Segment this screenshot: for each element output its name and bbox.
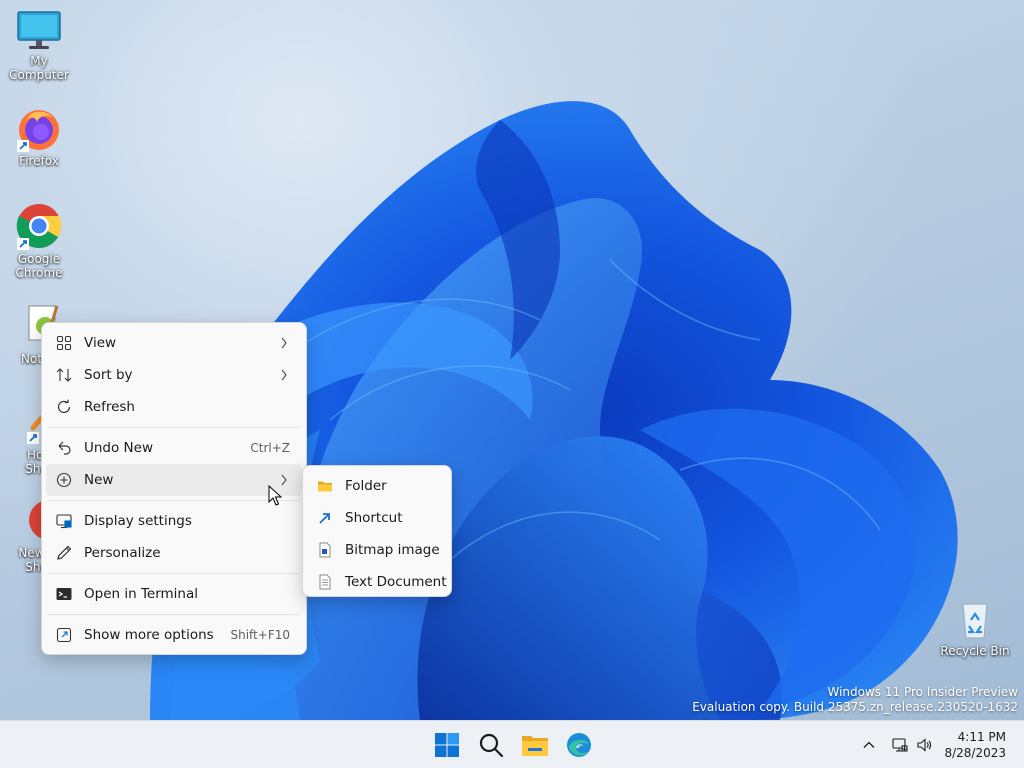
- pen-icon: [57, 545, 72, 560]
- desktop-icon-label: Google Chrome: [15, 252, 63, 280]
- undo-icon: [58, 441, 71, 455]
- chrome-icon: [16, 204, 62, 250]
- text-document-icon: [319, 574, 331, 590]
- terminal-icon: [56, 588, 72, 600]
- menu-separator: [48, 427, 300, 428]
- menu-item-label: Sort by: [84, 367, 133, 383]
- desktop-icon-google-chrome[interactable]: Google Chrome: [0, 202, 78, 280]
- desktop-icon-label: Recycle Bin: [940, 644, 1010, 658]
- desktop-icon-firefox[interactable]: Firefox: [0, 104, 78, 168]
- desktop-icon-label: Firefox: [19, 154, 59, 168]
- desktop-icon-label: My Computer: [9, 54, 69, 82]
- submenu-item-text-document[interactable]: Text Document: [307, 566, 447, 598]
- menu-item-display-settings[interactable]: Display settings: [46, 505, 302, 537]
- clock-time: 4:11 PM: [957, 730, 1006, 744]
- menu-separator: [48, 500, 300, 501]
- menu-item-refresh[interactable]: Refresh: [46, 391, 302, 423]
- file-explorer-icon[interactable]: [520, 730, 550, 760]
- menu-item-sort-by[interactable]: Sort by: [46, 359, 302, 391]
- desktop-icon-recycle-bin[interactable]: Recycle Bin: [936, 598, 1014, 658]
- menu-item-label: Display settings: [84, 513, 192, 529]
- menu-item-personalize[interactable]: Personalize: [46, 537, 302, 569]
- expand-icon: [56, 627, 72, 643]
- new-submenu: Folder Shortcut Bitmap image Text Docume…: [302, 465, 452, 597]
- refresh-icon: [57, 399, 71, 413]
- display-icon: [56, 514, 72, 529]
- menu-item-label: New: [84, 472, 114, 488]
- menu-item-label: Refresh: [84, 399, 135, 415]
- network-icon[interactable]: [892, 737, 908, 753]
- menu-shortcut: Shift+F10: [230, 628, 290, 642]
- search-icon[interactable]: [476, 730, 506, 760]
- start-icon[interactable]: [432, 730, 462, 760]
- menu-separator: [48, 614, 300, 615]
- menu-item-new[interactable]: New: [46, 464, 302, 496]
- submenu-item-label: Folder: [345, 478, 387, 494]
- clock[interactable]: 4:11 PM 8/28/2023: [944, 729, 1006, 761]
- watermark-line-1: Windows 11 Pro Insider Preview: [827, 685, 1018, 699]
- submenu-item-label: Shortcut: [345, 510, 403, 526]
- menu-item-open-in-terminal[interactable]: Open in Terminal: [46, 578, 302, 610]
- desktop-icon-my-computer[interactable]: My Computer: [0, 10, 78, 82]
- shortcut-icon: [319, 513, 330, 524]
- menu-item-label: Undo New: [84, 440, 154, 456]
- menu-item-show-more-options[interactable]: Show more options Shift+F10: [46, 619, 302, 651]
- menu-shortcut: Ctrl+Z: [250, 441, 290, 455]
- edge-icon[interactable]: [564, 730, 594, 760]
- menu-item-view[interactable]: View: [46, 327, 302, 359]
- grid-icon: [56, 335, 72, 351]
- submenu-item-label: Text Document: [345, 574, 447, 590]
- firefox-icon: [17, 110, 59, 152]
- clock-date: 8/28/2023: [944, 746, 1006, 760]
- evaluation-watermark: Windows 11 Pro Insider Preview Evaluatio…: [692, 685, 1018, 715]
- chevron-right-icon: [281, 369, 287, 381]
- plus-circle-icon: [56, 472, 72, 488]
- menu-item-label: View: [84, 335, 117, 351]
- bitmap-icon: [319, 542, 331, 558]
- chevron-right-icon: [281, 337, 287, 349]
- menu-separator: [48, 573, 300, 574]
- recycle-bin-icon: [962, 603, 988, 639]
- mouse-cursor-icon: [268, 485, 282, 506]
- watermark-line-2: Evaluation copy. Build 25375.zn_release.…: [692, 700, 1018, 714]
- folder-icon: [318, 481, 332, 492]
- menu-item-label: Personalize: [84, 545, 161, 561]
- submenu-item-folder[interactable]: Folder: [307, 470, 447, 502]
- monitor-icon: [17, 11, 61, 49]
- menu-item-undo-new[interactable]: Undo New Ctrl+Z: [46, 432, 302, 464]
- sort-icon: [56, 368, 72, 382]
- volume-icon[interactable]: [916, 737, 932, 753]
- taskbar: 4:11 PM 8/28/2023: [0, 720, 1024, 768]
- menu-item-label: Open in Terminal: [84, 586, 198, 602]
- menu-item-label: Show more options: [84, 627, 214, 643]
- submenu-item-bitmap-image[interactable]: Bitmap image: [307, 534, 447, 566]
- chevron-up-icon[interactable]: [861, 737, 877, 753]
- submenu-item-shortcut[interactable]: Shortcut: [307, 502, 447, 534]
- submenu-item-label: Bitmap image: [345, 542, 440, 558]
